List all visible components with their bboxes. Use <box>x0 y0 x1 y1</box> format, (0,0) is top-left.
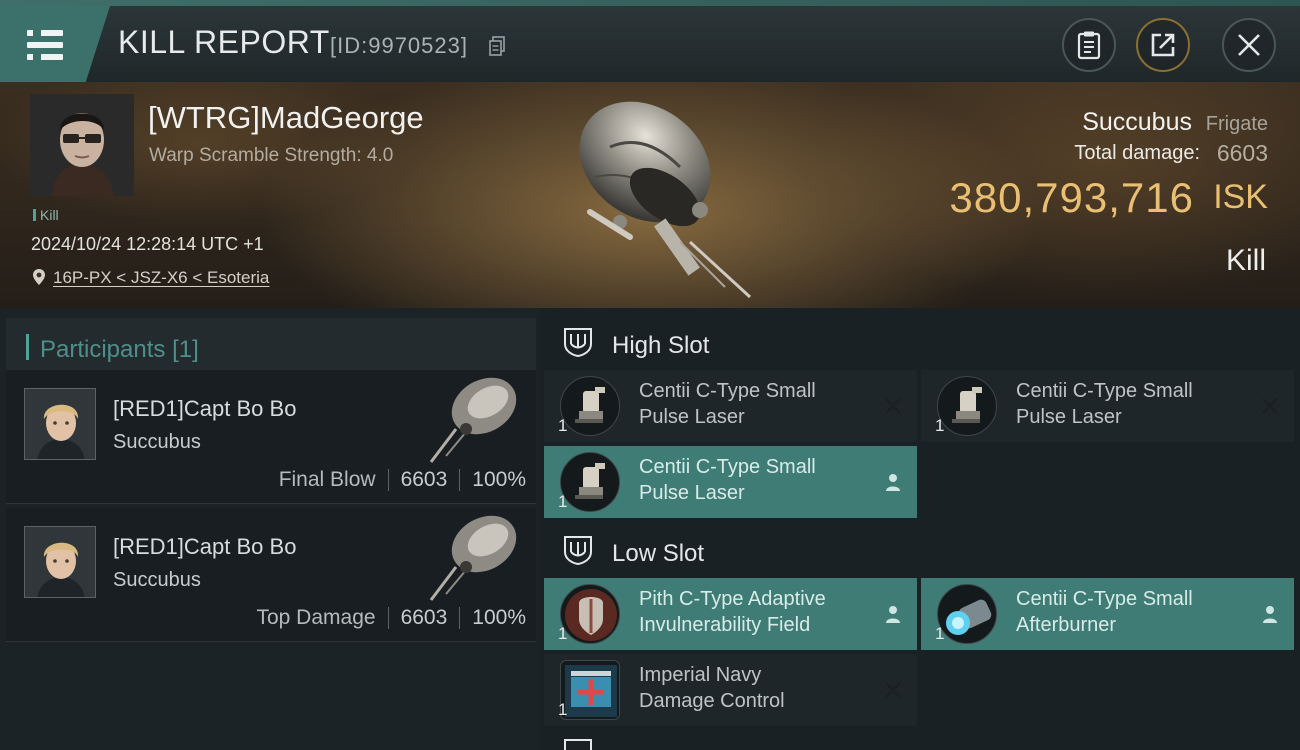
module-quantity: 1 <box>558 700 568 719</box>
participant-stats: Top Damage 6603 100% <box>256 606 526 630</box>
module-name: Centii C-Type Small Afterburner <box>1016 588 1193 636</box>
module-item[interactable]: 1 Imperial Navy Damage Control <box>544 654 917 726</box>
pulse-laser-icon <box>560 452 620 512</box>
isk-unit: ISK <box>1213 178 1268 216</box>
module-item[interactable]: 1 Pith C-Type Adaptive Invulnerability F… <box>544 578 917 650</box>
dropped-user-icon <box>886 606 900 623</box>
ship-render <box>579 101 752 299</box>
module-name: Imperial Navy Damage Control <box>639 664 785 712</box>
close-icon <box>1238 34 1260 56</box>
victim-portrait[interactable] <box>30 94 134 196</box>
destroyed-icon <box>1262 398 1278 414</box>
module-quantity: 1 <box>558 416 568 435</box>
ship-class: Frigate <box>1205 113 1268 135</box>
module-quantity: 1 <box>935 624 945 643</box>
participant-role: Top Damage <box>256 606 376 629</box>
high-slot-header: High Slot <box>544 314 1300 370</box>
victim-avatar <box>30 94 134 196</box>
kill-result: Kill <box>1225 244 1266 277</box>
pulse-laser-icon <box>560 376 620 436</box>
share-button[interactable] <box>1136 18 1190 72</box>
participant-stats: Final Blow 6603 100% <box>279 468 526 492</box>
victim-stat: Warp Scramble Strength: 4.0 <box>149 145 394 166</box>
participant-ship-icon <box>429 377 517 463</box>
low-slot-header: Low Slot <box>544 522 1300 578</box>
afterburner-icon <box>937 584 997 644</box>
participants-title: Participants <box>40 336 166 363</box>
module-item[interactable]: 1 Centii C-Type Small Pulse Laser <box>544 370 917 442</box>
participants-header: Participants [1] <box>6 318 536 374</box>
pulse-laser-icon <box>937 376 997 436</box>
participant-damage: 6603 <box>400 468 448 491</box>
victim-name[interactable]: [WTRG]MadGeorge <box>148 100 424 136</box>
participants-panel: Participants [1] [RED1]Capt Bo Bo Succub… <box>0 308 540 750</box>
participant-avatar[interactable] <box>24 526 96 598</box>
participants-count: [1] <box>172 336 199 363</box>
location-link[interactable]: 16P-PX < JSZ-X6 < Esoteria <box>53 268 269 288</box>
total-damage-label: Total damage: <box>1074 142 1200 164</box>
module-quantity: 1 <box>558 624 568 643</box>
module-name: Pith C-Type Adaptive Invulnerability Fie… <box>639 588 826 636</box>
module-item[interactable]: 1 Centii C-Type Small Afterburner <box>921 578 1294 650</box>
participant-avatar[interactable] <box>24 388 96 460</box>
destroyed-icon <box>885 398 901 414</box>
participant-ship-icon <box>429 515 517 601</box>
high-slot-title: High Slot <box>612 332 710 359</box>
dropped-user-icon <box>1263 606 1277 623</box>
module-name: Centii C-Type Small Pulse Laser <box>639 456 816 504</box>
low-slot-icon <box>564 536 592 566</box>
clipboard-icon <box>1077 31 1101 60</box>
participant-row[interactable]: [RED1]Capt Bo Bo Succubus Top Damage 660… <box>6 508 536 642</box>
dropped-user-icon <box>886 474 900 491</box>
share-icon <box>1151 33 1175 57</box>
module-item[interactable]: 1 Centii C-Type Small Pulse Laser <box>544 446 917 518</box>
participant-ship: Succubus <box>113 431 201 453</box>
module-quantity: 1 <box>558 492 568 511</box>
high-slot-icon <box>564 328 592 358</box>
close-button[interactable] <box>1222 18 1276 72</box>
kill-summary: [WTRG]MadGeorge Warp Scramble Strength: … <box>0 82 1300 308</box>
participant-percent: 100% <box>472 606 526 629</box>
participant-row[interactable]: [RED1]Capt Bo Bo Succubus Final Blow 660… <box>6 370 536 504</box>
low-slot-title: Low Slot <box>612 540 705 567</box>
copy-icon[interactable] <box>489 36 505 56</box>
participant-percent: 100% <box>472 468 526 491</box>
participant-role: Final Blow <box>278 468 376 491</box>
participant-name[interactable]: [RED1]Capt Bo Bo <box>113 534 296 560</box>
participant-ship: Succubus <box>113 569 201 591</box>
destroyed-icon <box>885 682 901 698</box>
report-id: [ID:9970523] <box>330 33 468 58</box>
module-name: Centii C-Type Small Pulse Laser <box>1016 380 1193 428</box>
isk-value: 380,793,716 <box>949 174 1194 221</box>
module-name: Centii C-Type Small Pulse Laser <box>639 380 816 428</box>
kill-datetime: 2024/10/24 12:28:14 UTC +1 <box>31 234 264 254</box>
page-title: KILL REPORT <box>118 24 330 60</box>
damage-control-icon <box>560 660 620 720</box>
fitting-panel: High Slot 1 Centii C-Type Small Pulse La… <box>540 308 1300 750</box>
kill-tag: Kill <box>33 207 59 223</box>
mid-slot-icon <box>564 739 592 750</box>
invulnerability-field-icon <box>560 584 620 644</box>
ship-name[interactable]: Succubus <box>1082 108 1192 137</box>
location-pin-icon <box>33 269 45 285</box>
module-item[interactable]: 1 Centii C-Type Small Pulse Laser <box>921 370 1294 442</box>
participant-name[interactable]: [RED1]Capt Bo Bo <box>113 396 296 422</box>
participant-damage: 6603 <box>400 606 448 629</box>
module-quantity: 1 <box>935 416 945 435</box>
total-damage-value: 6603 <box>1216 140 1268 166</box>
clipboard-button[interactable] <box>1062 18 1116 72</box>
